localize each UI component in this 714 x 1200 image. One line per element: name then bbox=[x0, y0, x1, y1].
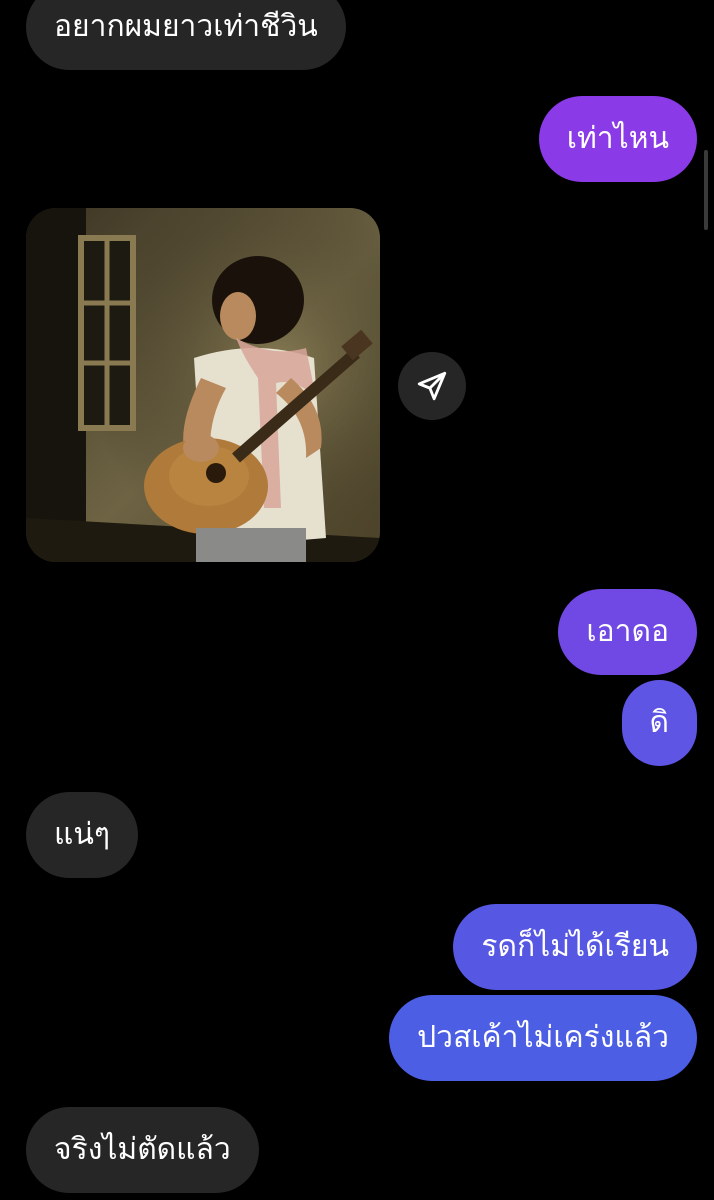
message-text: ปวสเค้าไม่เคร่งแล้ว bbox=[417, 1020, 669, 1055]
message-text: แน่ๆ bbox=[54, 817, 110, 852]
message-text: เท่าไหน bbox=[566, 121, 669, 156]
message-bubble-incoming[interactable]: แน่ๆ bbox=[26, 792, 138, 878]
message-text: อยากผมยาวเท่าชีวิน bbox=[54, 9, 318, 44]
send-icon bbox=[417, 371, 447, 401]
message-bubble-outgoing[interactable]: เท่าไหน bbox=[538, 96, 697, 182]
shared-photo[interactable] bbox=[26, 208, 380, 562]
message-bubble-incoming[interactable]: อยากผมยาวเท่าชีวิน bbox=[26, 0, 346, 70]
message-bubble-outgoing[interactable]: ปวสเค้าไม่เคร่งแล้ว bbox=[389, 995, 697, 1081]
message-text: รดก็ไม่ได้เรียน bbox=[481, 929, 669, 964]
message-bubble-outgoing[interactable]: เอาดอ bbox=[558, 589, 697, 675]
message-bubble-outgoing[interactable]: ดิ bbox=[621, 680, 697, 766]
message-bubble-outgoing[interactable]: รดก็ไม่ได้เรียน bbox=[453, 904, 697, 990]
scrollbar[interactable] bbox=[704, 150, 708, 230]
message-text: เอาดอ bbox=[586, 614, 669, 649]
guitar-player-photo bbox=[26, 208, 380, 562]
message-text: จริงไม่ตัดแล้ว bbox=[54, 1132, 231, 1167]
message-bubble-incoming[interactable]: จริงไม่ตัดแล้ว bbox=[26, 1107, 259, 1193]
share-button[interactable] bbox=[398, 352, 466, 420]
message-text: ดิ bbox=[649, 705, 669, 740]
